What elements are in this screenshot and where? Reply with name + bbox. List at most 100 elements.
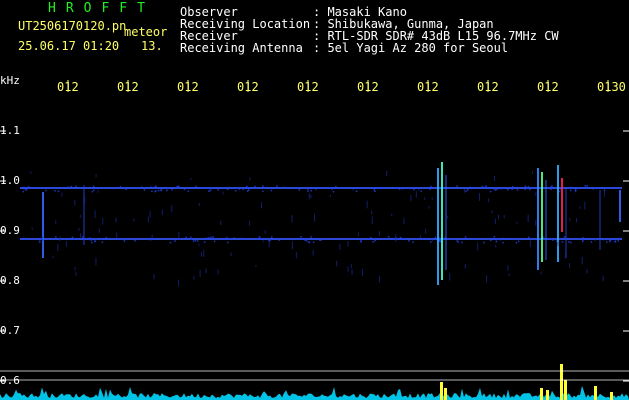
- noise-speck: [90, 239, 92, 241]
- noise-speck: [507, 188, 509, 191]
- noise-fleck: [190, 178, 192, 181]
- noise-fleck: [310, 194, 312, 199]
- noise-fleck: [95, 257, 97, 266]
- noise-fleck: [386, 170, 388, 177]
- noise-speck: [418, 187, 420, 190]
- noise-fleck: [425, 228, 427, 234]
- noise-speck: [176, 185, 179, 188]
- noise-fleck: [493, 175, 495, 181]
- noise-fleck: [200, 251, 202, 257]
- noise-speck: [196, 240, 199, 242]
- noise-fleck: [199, 270, 201, 277]
- noise-speck: [542, 236, 545, 239]
- noise-fleck: [222, 191, 224, 195]
- noise-speck: [397, 238, 400, 241]
- noise-speck: [81, 236, 84, 238]
- noise-speck: [502, 187, 505, 190]
- noise-fleck: [565, 251, 567, 259]
- noise-speck: [192, 240, 195, 242]
- noise-fleck: [557, 241, 559, 247]
- noise-speck: [412, 241, 414, 243]
- noise-fleck: [94, 210, 96, 218]
- noise-speck: [465, 190, 468, 192]
- noise-speck: [38, 239, 41, 241]
- noise-speck: [187, 190, 190, 193]
- noise-speck: [312, 241, 315, 244]
- noise-speck: [331, 188, 333, 190]
- noise-speck: [276, 185, 278, 187]
- noise-speck: [141, 186, 143, 188]
- noise-speck: [484, 186, 486, 189]
- noise-speck: [569, 189, 572, 192]
- noise-speck: [227, 241, 229, 244]
- noise-fleck: [508, 273, 510, 276]
- noise-speck: [123, 240, 126, 242]
- noise-speck: [574, 190, 577, 193]
- noise-fleck: [419, 235, 421, 239]
- noise-speck: [143, 189, 146, 191]
- noise-fleck: [371, 216, 373, 225]
- noise-fleck: [535, 192, 537, 196]
- signal-spike: [564, 380, 567, 400]
- noise-fleck: [423, 197, 425, 200]
- noise-speck: [26, 187, 29, 190]
- noise-speck: [157, 189, 160, 192]
- noise-speck: [496, 188, 498, 190]
- noise-speck: [360, 240, 362, 242]
- noise-fleck: [579, 206, 581, 209]
- noise-speck: [431, 239, 434, 241]
- noise-speck: [200, 187, 202, 189]
- noise-speck: [75, 185, 77, 188]
- noise-speck: [73, 238, 75, 241]
- noise-fleck: [249, 220, 251, 226]
- noise-fleck: [395, 234, 397, 243]
- noise-speck: [67, 186, 70, 189]
- noise-speck: [524, 188, 526, 191]
- noise-speck: [259, 237, 262, 240]
- noise-speck: [398, 188, 401, 190]
- noise-fleck: [205, 268, 207, 274]
- noise-speck: [578, 238, 581, 240]
- noise-speck: [489, 190, 492, 193]
- noise-fleck: [403, 218, 405, 225]
- noise-speck: [494, 189, 497, 191]
- noise-speck: [203, 241, 206, 243]
- noise-speck: [233, 237, 236, 239]
- noise-fleck: [495, 244, 497, 248]
- noise-speck: [335, 185, 337, 188]
- noise-speck: [495, 238, 498, 241]
- noise-fleck: [75, 271, 77, 276]
- noise-fleck: [378, 230, 380, 236]
- noise-fleck: [133, 218, 135, 222]
- noise-speck: [101, 241, 104, 243]
- signal-spike: [594, 386, 597, 400]
- noise-speck: [254, 185, 256, 188]
- noise-speck: [195, 185, 197, 188]
- noise-speck: [399, 236, 402, 239]
- noise-fleck: [371, 210, 373, 215]
- noise-speck: [442, 238, 445, 240]
- noise-speck: [474, 238, 476, 240]
- noise-fleck: [262, 240, 264, 243]
- noise-fleck: [568, 262, 570, 268]
- noise-speck: [368, 238, 370, 241]
- noise-speck: [105, 237, 108, 239]
- noise-speck: [27, 186, 30, 188]
- noise-speck: [614, 238, 617, 241]
- noise-speck: [502, 241, 504, 244]
- signal-level-trace: [0, 364, 629, 400]
- noise-speck: [305, 239, 308, 242]
- noise-speck: [207, 237, 210, 239]
- noise-speck: [495, 240, 498, 243]
- spectrogram-plot: [0, 80, 629, 400]
- noise-speck: [320, 239, 322, 241]
- noise-speck: [55, 236, 57, 238]
- signal-spike: [560, 364, 563, 400]
- noise-speck: [529, 188, 531, 191]
- noise-fleck: [540, 271, 542, 275]
- noise-speck: [278, 239, 280, 241]
- noise-speck: [71, 236, 74, 239]
- noise-fleck: [351, 269, 353, 275]
- noise-speck: [150, 238, 152, 241]
- noise-speck: [552, 239, 554, 241]
